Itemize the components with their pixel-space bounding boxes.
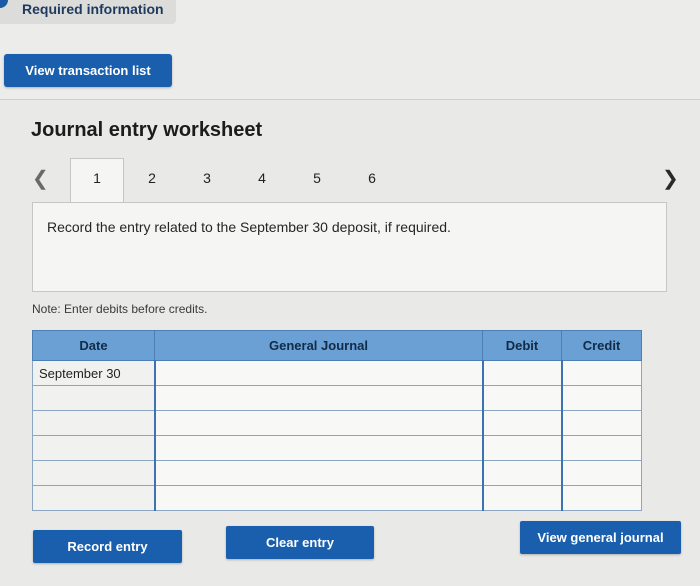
header-credit: Credit [561, 330, 642, 361]
table-row [32, 435, 642, 461]
chevron-left-icon[interactable]: ❮ [32, 166, 49, 191]
tab-6[interactable]: 6 [362, 170, 382, 186]
clear-entry-button[interactable]: Clear entry [226, 526, 374, 559]
table-row [32, 460, 642, 486]
credit-input[interactable] [560, 410, 642, 436]
divider [0, 99, 700, 100]
debit-input[interactable] [481, 410, 562, 436]
date-cell[interactable] [32, 435, 155, 461]
debit-input[interactable] [481, 460, 562, 486]
credit-input[interactable] [560, 485, 642, 511]
tab-4[interactable]: 4 [252, 170, 272, 186]
date-cell[interactable] [32, 385, 155, 411]
credit-input[interactable] [560, 360, 642, 386]
worksheet-tab-strip: ❮ 1 2 3 4 5 6 ❯ [28, 158, 688, 202]
instruction-text: Record the entry related to the Septembe… [47, 219, 451, 235]
tab-5[interactable]: 5 [307, 170, 327, 186]
note-text: Note: Enter debits before credits. [32, 302, 208, 316]
header-date: Date [32, 330, 155, 361]
status-dot-icon [0, 0, 8, 8]
journal-table: Date General Journal Debit Credit Septem… [32, 330, 642, 511]
debit-input[interactable] [481, 435, 562, 461]
credit-input[interactable] [560, 435, 642, 461]
credit-input[interactable] [560, 385, 642, 411]
date-cell[interactable] [32, 485, 155, 511]
account-input[interactable] [153, 435, 483, 461]
header-debit: Debit [482, 330, 562, 361]
table-row [32, 410, 642, 436]
table-row: September 30 [32, 360, 642, 386]
page-title: Journal entry worksheet [31, 119, 263, 141]
instruction-panel: Record the entry related to the Septembe… [32, 202, 667, 292]
table-row [32, 385, 642, 411]
tab-2[interactable]: 2 [142, 170, 162, 186]
debit-input[interactable] [481, 385, 562, 411]
view-general-journal-button[interactable]: View general journal [520, 521, 681, 554]
table-row [32, 485, 642, 511]
debit-input[interactable] [481, 485, 562, 511]
account-input[interactable] [153, 410, 483, 436]
tab-3[interactable]: 3 [197, 170, 217, 186]
required-information-label: Required information [22, 1, 164, 17]
date-cell[interactable] [32, 460, 155, 486]
tab-1[interactable]: 1 [87, 170, 107, 186]
view-transaction-list-button[interactable]: View transaction list [4, 54, 172, 87]
chevron-right-icon[interactable]: ❯ [662, 166, 679, 191]
date-cell[interactable] [32, 410, 155, 436]
table-header-row: Date General Journal Debit Credit [32, 330, 642, 361]
required-information-tab[interactable]: Required information [0, 0, 176, 24]
account-input[interactable] [153, 460, 483, 486]
header-general-journal: General Journal [154, 330, 483, 361]
credit-input[interactable] [560, 460, 642, 486]
debit-input[interactable] [481, 360, 562, 386]
account-input[interactable] [153, 385, 483, 411]
record-entry-button[interactable]: Record entry [33, 530, 182, 563]
account-input[interactable] [153, 485, 483, 511]
account-input[interactable] [153, 360, 483, 386]
date-cell[interactable]: September 30 [32, 360, 155, 386]
